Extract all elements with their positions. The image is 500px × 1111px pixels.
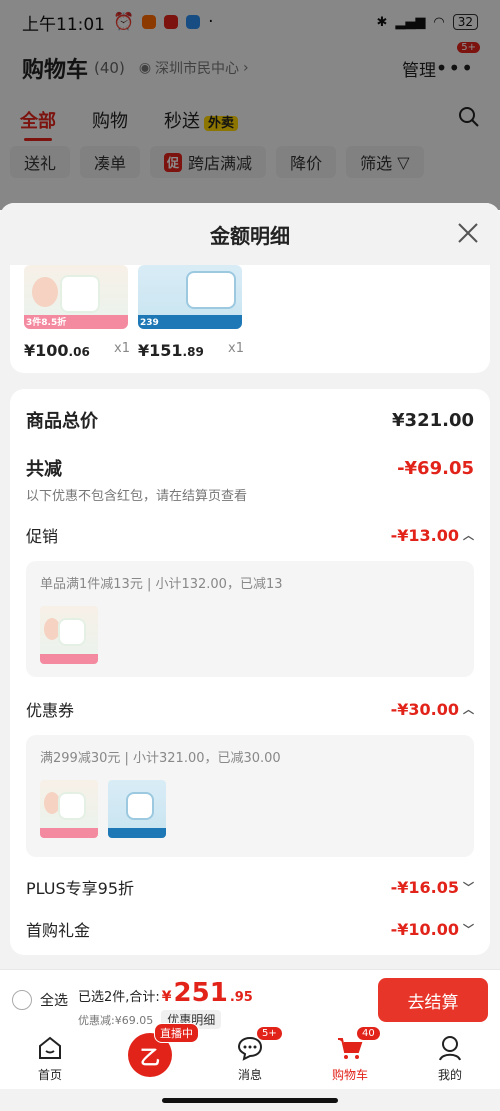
- promo-value: -¥13.00: [390, 525, 459, 545]
- coupon-value: -¥30.00: [390, 699, 459, 719]
- product-price: ¥151.89: [138, 341, 242, 360]
- price-int: ¥151: [138, 341, 183, 360]
- chevron-down-icon: ﹀: [463, 923, 474, 936]
- bottle-image: [58, 618, 86, 646]
- selected-text: 已选2件,合计:: [78, 990, 160, 1005]
- tab-home-label: 首页: [37, 1068, 62, 1082]
- product-thumbnail: 239: [138, 265, 242, 329]
- thumb-banner: [40, 828, 98, 838]
- product-qty: x1: [114, 341, 130, 356]
- tab-live[interactable]: 乙 直播中: [110, 1023, 199, 1083]
- tab-cart-label: 购物车: [331, 1068, 368, 1082]
- select-all-label[interactable]: 全选: [40, 990, 68, 1010]
- first-purchase-value: -¥10.00: [390, 919, 459, 939]
- selection-summary: 已选2件,合计: ¥ 251 .95: [78, 978, 253, 1008]
- promo-detail-text: 单品满1件减13元 | 小计132.00，已减13: [40, 577, 283, 592]
- live-tag: 直播中: [154, 1023, 199, 1043]
- child-image: [32, 277, 58, 307]
- chevron-up-icon: ︿: [463, 703, 474, 716]
- total-value: ¥321.00: [392, 409, 474, 431]
- checkout-bar: 全选 已选2件,合计: ¥ 251 .95 优惠减:¥69.05 优惠明细 去结…: [0, 969, 500, 1029]
- first-purchase-row[interactable]: 首购礼金 -¥10.00 ﹀: [26, 917, 474, 941]
- reduce-value: -¥69.05: [397, 457, 474, 479]
- price-int: ¥100: [24, 341, 69, 360]
- sheet-header: 金额明细: [0, 203, 500, 265]
- reduce-row: 共减 -¥69.05: [26, 455, 474, 481]
- promo-thumbs: [40, 606, 460, 664]
- tab-profile-label: 我的: [437, 1068, 462, 1082]
- thumb-tag: 239: [140, 318, 159, 328]
- total-integer: 251: [173, 978, 228, 1008]
- close-icon[interactable]: [456, 221, 480, 245]
- tab-messages-label: 消息: [237, 1068, 262, 1082]
- coupon-thumbs: [40, 780, 460, 838]
- product-item[interactable]: 3件8.5折 ¥100.06: [24, 265, 128, 360]
- plus-row[interactable]: PLUS专享95折 -¥16.05 ﹀: [26, 875, 474, 899]
- thumb-tag: 3件8.5折: [26, 318, 67, 328]
- cart-badge: 40: [356, 1026, 381, 1041]
- price-dec: .06: [68, 345, 90, 359]
- select-all-radio[interactable]: [12, 990, 32, 1010]
- discount-text: 优惠减:¥69.05: [78, 1013, 154, 1027]
- bottom-tab-bar: 首页 乙 直播中 5+ 消息 40 购物车 我的: [0, 1023, 500, 1089]
- bottle-image: [126, 792, 154, 820]
- coupon-label: 优惠券: [26, 701, 75, 720]
- amount-detail-sheet: 金额明细 3件8.5折 ¥100.06 x1 239 ¥151.89 x1 商品…: [0, 203, 500, 969]
- chevron-down-icon: ﹀: [463, 881, 474, 894]
- bottle-image: [58, 792, 86, 820]
- product-thumbnail[interactable]: [108, 780, 166, 838]
- reduce-note: 以下优惠不包含红包，请在结算页查看: [26, 489, 248, 504]
- thumb-banner: [108, 828, 166, 838]
- sheet-title: 金额明细: [210, 223, 290, 248]
- promo-detail-box: 单品满1件减13元 | 小计132.00，已减13: [26, 561, 474, 677]
- coupon-detail-text: 满299减30元 | 小计321.00，已减30.00: [40, 751, 281, 766]
- amount-detail-card: 商品总价 ¥321.00 共减 -¥69.05 以下优惠不包含红包，请在结算页查…: [10, 389, 490, 955]
- modal-overlay[interactable]: [0, 0, 500, 210]
- messages-badge: 5+: [256, 1026, 283, 1041]
- checkout-button[interactable]: 去结算: [378, 978, 488, 1022]
- product-item[interactable]: 239 ¥151.89: [138, 265, 242, 360]
- total-row: 商品总价 ¥321.00: [26, 407, 474, 433]
- product-strip: 3件8.5折 ¥100.06 x1 239 ¥151.89 x1: [10, 265, 490, 373]
- product-qty: x1: [228, 341, 244, 356]
- home-indicator: [162, 1098, 338, 1103]
- product-price: ¥100.06: [24, 341, 128, 360]
- bottle-image: [186, 271, 236, 309]
- total-symbol: ¥: [161, 989, 172, 1005]
- coupon-detail-box: 满299减30元 | 小计321.00，已减30.00: [26, 735, 474, 857]
- total-label: 商品总价: [26, 411, 98, 432]
- tab-messages[interactable]: 5+ 消息: [210, 1026, 290, 1083]
- tab-cart[interactable]: 40 购物车: [310, 1026, 390, 1083]
- total-decimal: .95: [229, 990, 253, 1005]
- tab-profile[interactable]: 我的: [410, 1034, 490, 1083]
- coupon-amount: -¥30.00 ︿: [391, 700, 474, 719]
- profile-icon: [439, 1036, 461, 1061]
- promo-row[interactable]: 促销 -¥13.00 ︿: [26, 523, 474, 547]
- promo-label: 促销: [26, 527, 59, 546]
- home-icon: [39, 1036, 61, 1059]
- bottle-image: [60, 275, 100, 313]
- plus-amount: -¥16.05 ﹀: [391, 878, 474, 897]
- plus-value: -¥16.05: [390, 877, 459, 897]
- chevron-up-icon: ︿: [463, 529, 474, 542]
- coupon-row[interactable]: 优惠券 -¥30.00 ︿: [26, 697, 474, 721]
- price-dec: .89: [182, 345, 204, 359]
- first-purchase-label: 首购礼金: [26, 921, 91, 940]
- tab-home[interactable]: 首页: [10, 1034, 90, 1083]
- plus-label: PLUS专享95折: [26, 879, 134, 898]
- first-purchase-amount: -¥10.00 ﹀: [391, 920, 474, 939]
- product-thumbnail: 3件8.5折: [24, 265, 128, 329]
- discount-summary: 优惠减:¥69.05 优惠明细: [78, 1010, 222, 1029]
- product-thumbnail[interactable]: [40, 606, 98, 664]
- promo-amount: -¥13.00 ︿: [391, 526, 474, 545]
- product-thumbnail[interactable]: [40, 780, 98, 838]
- reduce-label: 共减: [26, 459, 62, 480]
- thumb-banner: [40, 654, 98, 664]
